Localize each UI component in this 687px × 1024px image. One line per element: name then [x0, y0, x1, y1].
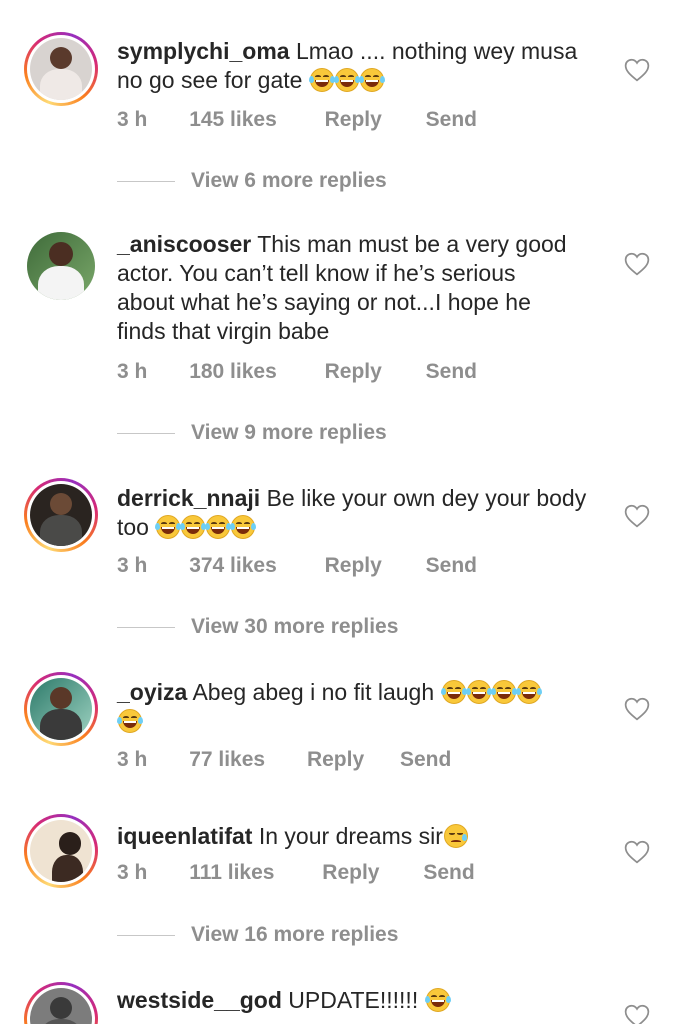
comment-body: too [117, 514, 149, 540]
comment-body: Be like your own dey your body [266, 485, 587, 511]
view-replies-button[interactable]: View 30 more replies [117, 615, 398, 639]
avatar[interactable] [24, 672, 98, 746]
heart-outline-icon[interactable] [624, 252, 650, 276]
avatar[interactable] [24, 982, 98, 1024]
laugh-emoji-icon [490, 680, 517, 704]
comment-body: no go see for gate [117, 67, 303, 93]
heart-outline-icon[interactable] [624, 504, 650, 528]
view-replies-button[interactable]: View 16 more replies [117, 923, 398, 947]
sad-emoji-icon [443, 824, 468, 848]
comment-meta: 3 h 180 likes Reply Send [117, 360, 477, 384]
divider-line [117, 626, 175, 628]
comment-body: In your dreams sir [258, 823, 443, 849]
comment-meta: 3 h 77 likes Reply Send [117, 748, 451, 772]
comment-text: derrick_nnaji Be like your own dey your … [117, 484, 607, 542]
comment-body: finds that virgin babe [117, 318, 330, 344]
view-replies-label: View 9 more replies [191, 421, 387, 444]
likes-count[interactable]: 77 likes [189, 748, 265, 772]
comment-username[interactable]: westside__god [117, 987, 282, 1013]
heart-outline-icon[interactable] [624, 840, 650, 864]
comment-meta: 3 h 145 likes Reply Send [117, 108, 477, 132]
laugh-emoji-icon [205, 515, 232, 539]
divider-line [117, 432, 175, 434]
laugh-emoji-icon [117, 709, 143, 733]
comment-body: UPDATE!!!!!! [288, 987, 419, 1013]
laugh-emoji-icon [155, 515, 182, 539]
comment-username[interactable]: _oyiza [117, 679, 187, 705]
comment-username[interactable]: _aniscooser [117, 231, 251, 257]
laugh-emoji-icon [333, 68, 360, 92]
laugh-emoji-icon [424, 988, 451, 1012]
comment-username[interactable]: derrick_nnaji [117, 485, 260, 511]
reply-button[interactable]: Reply [325, 108, 382, 132]
comment-username[interactable]: iqueenlatifat [117, 823, 252, 849]
comment-body: This man must be a very good [257, 231, 567, 257]
reply-button[interactable]: Reply [325, 554, 382, 578]
likes-count[interactable]: 180 likes [189, 360, 277, 384]
laugh-emoji-icon [180, 515, 207, 539]
laugh-emoji-icon [308, 68, 335, 92]
comment-meta: 3 h 374 likes Reply Send [117, 554, 477, 578]
divider-line [117, 934, 175, 936]
laugh-emoji-icon [440, 680, 467, 704]
view-replies-label: View 30 more replies [191, 615, 399, 638]
reply-button[interactable]: Reply [307, 748, 364, 772]
likes-count[interactable]: 145 likes [189, 108, 277, 132]
send-button[interactable]: Send [423, 861, 474, 885]
send-button[interactable]: Send [426, 360, 477, 384]
comment-time: 3 h [117, 861, 148, 884]
comment-time: 3 h [117, 360, 148, 383]
likes-count[interactable]: 111 likes [189, 861, 274, 885]
heart-outline-icon[interactable] [624, 58, 650, 82]
comment-body: actor. You can’t tell know if he’s serio… [117, 260, 516, 286]
send-button[interactable]: Send [426, 554, 477, 578]
avatar[interactable] [24, 32, 98, 106]
avatar[interactable] [24, 814, 98, 888]
view-replies-label: View 6 more replies [191, 169, 387, 192]
comment-text: iqueenlatifat In your dreams sir [117, 822, 607, 851]
comment-username[interactable]: symplychi_oma [117, 38, 290, 64]
laugh-emoji-icon [515, 680, 542, 704]
comment-time: 3 h [117, 108, 148, 131]
comment-text: _aniscooser This man must be a very good… [117, 230, 607, 346]
comment-body: Abeg abeg i no fit laugh [192, 679, 435, 705]
comment-meta: 3 h 111 likes Reply Send [117, 861, 475, 885]
likes-count[interactable]: 374 likes [189, 554, 277, 578]
heart-outline-icon[interactable] [624, 697, 650, 721]
send-button[interactable]: Send [400, 748, 451, 772]
comment-text: westside__god UPDATE!!!!!! [117, 986, 607, 1015]
comment-time: 3 h [117, 748, 148, 771]
view-replies-button[interactable]: View 6 more replies [117, 169, 387, 193]
comment-body: about what he’s saying or not...I hope h… [117, 289, 531, 315]
laugh-emoji-icon [465, 680, 492, 704]
send-button[interactable]: Send [426, 108, 477, 132]
comment-text: symplychi_oma Lmao .... nothing wey musa… [117, 37, 607, 95]
heart-outline-icon[interactable] [624, 1004, 650, 1024]
avatar[interactable] [27, 232, 95, 300]
avatar[interactable] [24, 478, 98, 552]
view-replies-button[interactable]: View 9 more replies [117, 421, 387, 445]
comment-body: Lmao .... nothing wey musa [295, 38, 578, 64]
reply-button[interactable]: Reply [322, 861, 379, 885]
comment-time: 3 h [117, 554, 148, 577]
view-replies-label: View 16 more replies [191, 923, 399, 946]
laugh-emoji-icon [230, 515, 257, 539]
laugh-emoji-icon [358, 68, 385, 92]
divider-line [117, 180, 175, 182]
reply-button[interactable]: Reply [325, 360, 382, 384]
comment-text: _oyiza Abeg abeg i no fit laugh [117, 678, 607, 736]
